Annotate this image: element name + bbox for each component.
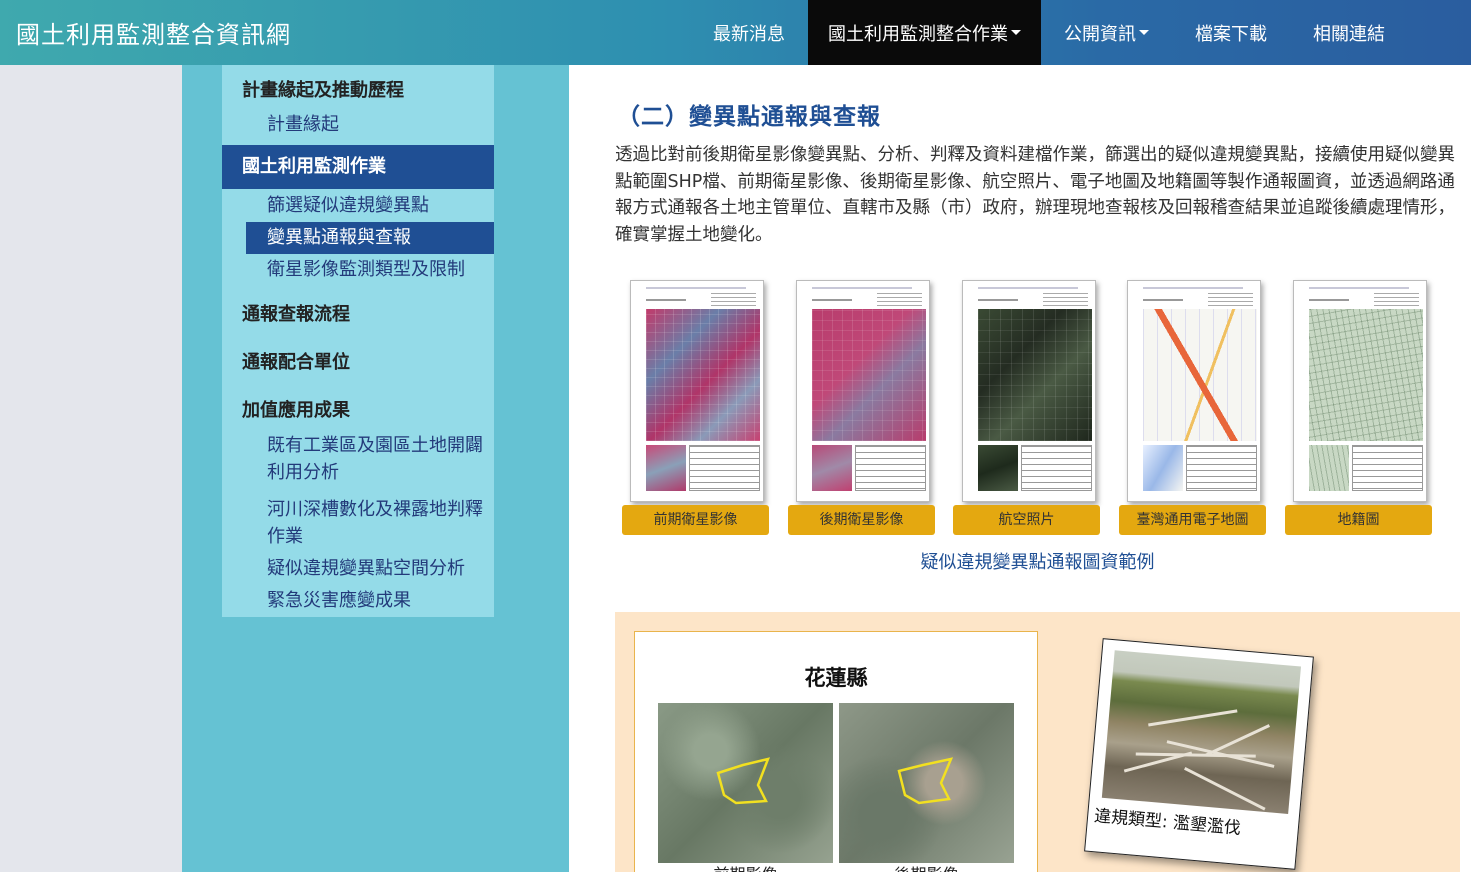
thumbnail-legend <box>1374 293 1419 307</box>
label-electronic-map: 臺灣通用電子地圖 <box>1119 505 1266 535</box>
nav-public-info[interactable]: 公開資訊 <box>1041 0 1172 65</box>
sidebar-item-industrial-zone-analysis[interactable]: 既有工業區及園區土地開闢利用分析 <box>267 432 487 486</box>
sidebar-item-satellite-types-limits[interactable]: 衛星影像監測類型及限制 <box>267 256 487 283</box>
aerial-map-image <box>978 309 1092 441</box>
sidebar-item-spatial-analysis[interactable]: 疑似違規變異點空間分析 <box>267 555 487 582</box>
thumbnail-legend <box>711 293 756 307</box>
thumbnail-header <box>812 299 852 301</box>
sidebar-item-change-reporting[interactable]: 變異點通報與查報 <box>246 222 494 254</box>
cadastral-map-image <box>1309 309 1423 441</box>
sidebar-item-river-bare-land[interactable]: 河川深槽數化及裸露地判釋作業 <box>267 496 487 550</box>
violation-photo-card[interactable]: 違規類型: 濫墾濫伐 <box>1084 638 1314 870</box>
sidebar-menu: 計畫緣起及推動歷程 計畫緣起 國土利用監測作業 篩選疑似違規變異點 變異點通報與… <box>222 65 494 617</box>
after-satellite-image[interactable] <box>839 703 1014 863</box>
after-image-label: 後期影像 <box>839 861 1014 872</box>
before-image-label: 前期影像 <box>658 861 833 872</box>
nav-file-download[interactable]: 檔案下載 <box>1172 0 1290 65</box>
inset-map-image <box>978 445 1018 491</box>
attribute-table <box>855 445 926 491</box>
nav-label: 公開資訊 <box>1064 23 1136 45</box>
caret-down-icon <box>1139 30 1149 35</box>
false-color-map-image <box>646 309 760 441</box>
nav-label: 檔案下載 <box>1195 23 1267 45</box>
caret-down-icon <box>1011 30 1021 35</box>
sidebar-item-screen-suspected-changes[interactable]: 篩選疑似違規變異點 <box>267 192 487 219</box>
thumbnail-header <box>1143 287 1243 289</box>
attribute-table <box>1186 445 1257 491</box>
change-polygon-before <box>716 757 771 805</box>
inset-map-image <box>812 445 852 491</box>
label-previous-satellite: 前期衛星影像 <box>622 505 769 535</box>
inset-map-image <box>1143 445 1183 491</box>
change-polygon-after <box>897 757 954 805</box>
thumbnail-electronic-map[interactable] <box>1127 280 1261 502</box>
sidebar-item-disaster-response[interactable]: 緊急災害應變成果 <box>267 587 487 614</box>
thumbnail-header <box>812 287 912 289</box>
thumbnail-cadastral-map[interactable] <box>1293 280 1427 502</box>
nav-monitoring-operations[interactable]: 國土利用監測整合作業 <box>808 0 1041 65</box>
thumbnail-later-satellite[interactable] <box>796 280 930 502</box>
label-later-satellite: 後期衛星影像 <box>788 505 935 535</box>
thumbnail-header <box>1309 287 1409 289</box>
attribute-table <box>1352 445 1423 491</box>
attribute-table <box>1021 445 1092 491</box>
thumbnail-header <box>978 299 1018 301</box>
sidebar-heading-cooperating-units[interactable]: 通報配合單位 <box>242 348 350 374</box>
inset-map-image <box>1309 445 1349 491</box>
false-color-map-image <box>812 309 926 441</box>
county-title: 花蓮縣 <box>804 666 868 690</box>
thumbnails-caption: 疑似違規變異點通報圖資範例 <box>920 552 1155 573</box>
sidebar-heading-value-added[interactable]: 加值應用成果 <box>242 396 350 422</box>
nav-label: 相關連結 <box>1313 23 1385 45</box>
thumbnail-header <box>646 287 746 289</box>
site-title[interactable]: 國土利用監測整合資訊網 <box>16 15 291 50</box>
nav-latest-news[interactable]: 最新消息 <box>690 0 808 65</box>
nav-related-links[interactable]: 相關連結 <box>1290 0 1408 65</box>
label-aerial-photo: 航空照片 <box>953 505 1100 535</box>
label-cadastral-map: 地籍圖 <box>1285 505 1432 535</box>
sidebar-heading-monitoring-operations[interactable]: 國土利用監測作業 <box>222 145 494 189</box>
thumbnail-legend <box>1208 293 1253 307</box>
section-paragraph: 透過比對前後期衛星影像變異點、分析、判釋及資料建檔作業，篩選出的疑似違規變異點，… <box>615 145 1455 245</box>
cleared-land-photo <box>1101 650 1302 814</box>
thumbnail-header <box>1143 299 1183 301</box>
thumbnail-legend <box>1043 293 1088 307</box>
top-navbar: 國土利用監測整合資訊網 最新消息 國土利用監測整合作業 公開資訊 檔案下載 相關… <box>0 0 1471 65</box>
nav-label: 最新消息 <box>713 23 785 45</box>
thumbnail-header <box>1309 299 1349 301</box>
sidebar-item-project-origin[interactable]: 計畫緣起 <box>267 111 487 138</box>
sidebar-heading-reporting-process[interactable]: 通報查報流程 <box>242 300 350 326</box>
thumbnail-header <box>646 299 686 301</box>
before-satellite-image[interactable] <box>658 703 833 863</box>
thumbnail-legend <box>877 293 922 307</box>
road-map-image <box>1143 309 1257 441</box>
thumbnail-aerial-photo[interactable] <box>962 280 1096 502</box>
thumbnail-previous-satellite[interactable] <box>630 280 764 502</box>
thumbnail-header <box>978 287 1078 289</box>
section-title: （二）變異點通報與查報 <box>617 104 881 130</box>
nav-label: 國土利用監測整合作業 <box>828 23 1008 45</box>
inset-map-image <box>646 445 686 491</box>
sidebar-heading-background[interactable]: 計畫緣起及推動歷程 <box>242 76 404 102</box>
main-nav: 最新消息 國土利用監測整合作業 公開資訊 檔案下載 相關連結 <box>690 0 1408 65</box>
attribute-table <box>689 445 760 491</box>
